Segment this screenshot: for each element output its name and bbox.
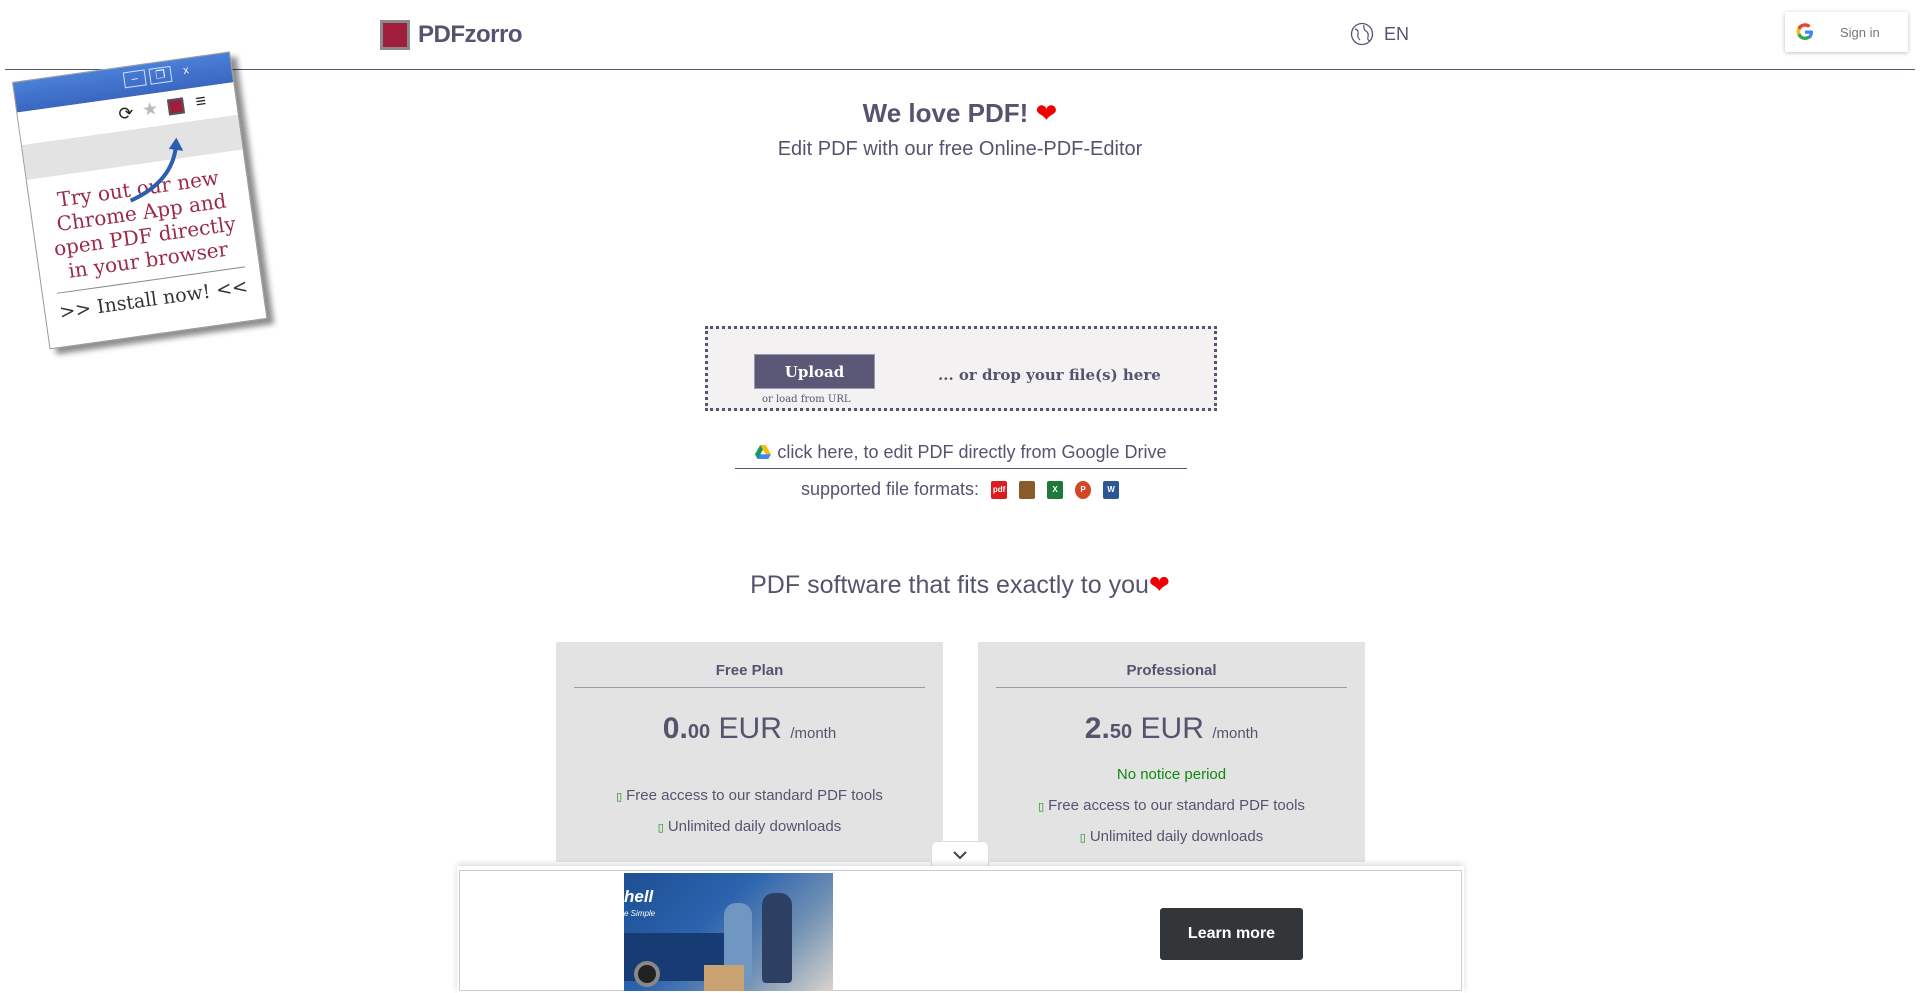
plan-card-free[interactable]: Free Plan 0.00 EUR /month ▯ Free access t… (556, 642, 943, 862)
price-integer: 0. (662, 712, 688, 745)
language-label: EN (1384, 23, 1410, 44)
close-icon: x (182, 64, 190, 77)
check-icon: ▯ (657, 822, 664, 834)
price-decimal: 00 (687, 721, 711, 743)
minimize-icon: – (122, 69, 147, 89)
learn-more-button[interactable]: Learn more (1160, 908, 1303, 960)
ad-wheel-shape (634, 961, 660, 987)
ad-tagline: e Simple (624, 909, 656, 918)
google-drive-icon (755, 445, 772, 459)
price-integer: 2. (1084, 712, 1110, 745)
upload-button[interactable]: Upload (754, 354, 875, 389)
load-from-url-link[interactable]: or load from URL (762, 394, 851, 405)
ad-boxes-shape (704, 965, 744, 991)
plan-feature: ▯ Free access to our standard PDF tools (978, 797, 1365, 814)
heart-icon: ❤ (1148, 571, 1170, 599)
plan-feature: ▯ Unlimited daily downloads (556, 818, 943, 835)
plan-feature-text: Free access to our standard PDF tools (626, 787, 883, 804)
excel-icon: X (1047, 480, 1064, 499)
plan-price: 2.50 EUR /month (978, 712, 1365, 746)
logo[interactable]: PDFzorro (380, 20, 523, 50)
google-drive-link[interactable]: click here, to edit PDF directly from Go… (735, 436, 1187, 469)
page-title: We love PDF! ❤ (0, 98, 1920, 129)
supported-formats: supported file formats: pdf X P W (0, 479, 1920, 500)
check-icon: ▯ (1038, 801, 1045, 813)
chrome-app-promo[interactable]: – ❐ x ⟳ ★ ≡ Try out our new Chrome App a… (12, 51, 268, 350)
ad-image[interactable]: hell e Simple (624, 873, 833, 991)
formats-label: supported file formats: (800, 479, 980, 499)
plan-card-professional[interactable]: Professional 2.50 EUR /month No notice p… (978, 642, 1365, 862)
plan-feature-text: Unlimited daily downloads (1089, 828, 1264, 845)
no-notice-period-label: No notice period (1116, 766, 1227, 783)
pricing-section-title-text: PDF software that fits exactly to you (750, 571, 1149, 599)
google-icon (1796, 23, 1813, 40)
heart-icon: ❤ (1035, 98, 1058, 128)
restore-icon: ❐ (148, 65, 173, 85)
ad-person-shape (762, 893, 792, 983)
logo-mark-icon (380, 20, 410, 50)
plan-feature-text: Free access to our standard PDF tools (1048, 797, 1305, 814)
ad-brand: hell (624, 887, 654, 906)
page-title-text: We love PDF! (862, 98, 1029, 128)
check-icon: ▯ (616, 791, 623, 803)
signin-label: Sign in (1840, 24, 1880, 40)
ad-collapse-button[interactable] (931, 841, 989, 867)
ad-frame: hell e Simple Learn more (459, 870, 1462, 991)
plan-name: Professional (996, 662, 1347, 688)
plan-spacer (556, 746, 943, 783)
powerpoint-icon: P (1075, 480, 1092, 499)
price-currency: EUR (1140, 712, 1204, 745)
check-icon: ▯ (1079, 832, 1086, 844)
image-icon (1019, 480, 1036, 499)
google-drive-text: click here, to edit PDF directly from Go… (777, 441, 1167, 462)
price-currency: EUR (718, 712, 782, 745)
price-period: /month (1212, 725, 1259, 742)
plan-feature-text: Unlimited daily downloads (667, 818, 842, 835)
word-icon: W (1103, 480, 1120, 499)
file-dropzone[interactable]: Upload or load from URL ... or drop your… (705, 326, 1217, 411)
drop-files-hint: ... or drop your file(s) here (938, 366, 1161, 384)
plan-price: 0.00 EUR /month (556, 712, 943, 746)
globe-icon (1350, 22, 1374, 46)
google-signin-button[interactable]: Sign in (1785, 12, 1908, 52)
plan-name: Free Plan (574, 662, 925, 688)
price-period: /month (790, 725, 837, 742)
pricing-section-title: PDF software that fits exactly to you❤ (0, 570, 1920, 600)
language-selector[interactable]: EN (1350, 22, 1409, 46)
logo-text: PDFzorro (418, 21, 523, 48)
plan-feature: ▯ Free access to our standard PDF tools (556, 787, 943, 804)
price-decimal: 50 (1109, 721, 1133, 743)
pdf-icon: pdf (991, 480, 1008, 499)
site-header: PDFzorro EN (5, 0, 1915, 70)
bottom-ad-banner[interactable]: hell e Simple Learn more (457, 866, 1464, 993)
chevron-down-icon (953, 850, 967, 859)
page-subtitle: Edit PDF with our free Online-PDF-Editor (777, 138, 1143, 160)
plan-feature: ▯ Unlimited daily downloads (978, 828, 1365, 845)
